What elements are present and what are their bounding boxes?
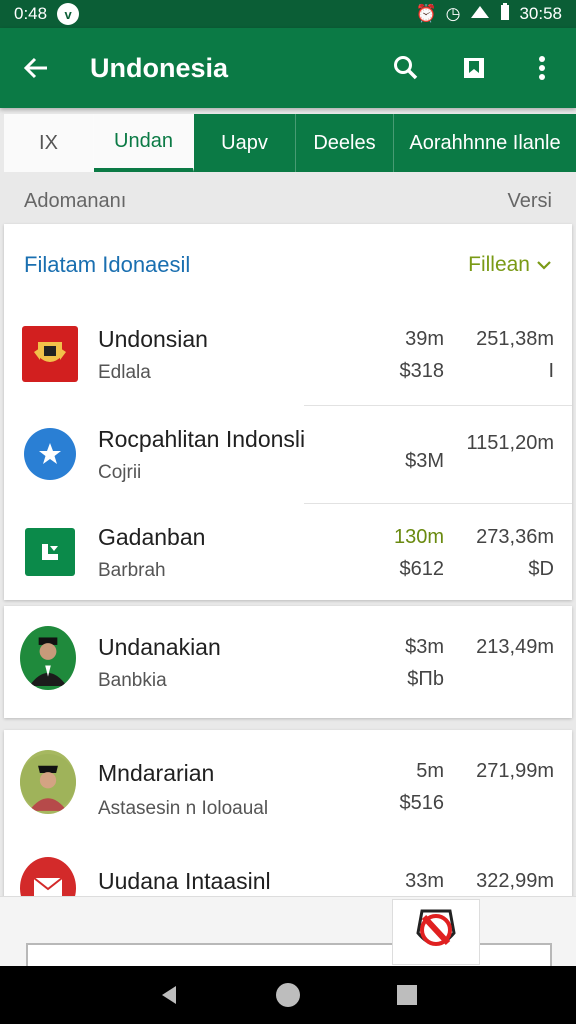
item-value-3: 271,99m [476,760,554,782]
tab-aorahhnne[interactable]: Aorahhnne Ilanle [394,114,576,172]
section-subheader: Adomananı Versi [0,178,576,224]
avatar [20,750,76,814]
bottom-sheet [0,896,576,973]
list-item[interactable]: Rocpahlitan Indonsli Cojrii $3M 1151,20m [4,406,572,504]
item-value-2: $3M [405,450,444,472]
app-logo-icon [22,524,78,580]
list-card: Filatam Idonaesil Fillean Undonsian Edla… [4,224,572,600]
search-icon[interactable] [372,28,440,108]
clock-icon: ◷ [445,4,461,23]
item-value-2: $Πb [407,668,444,690]
alarm-icon: ⏰ [415,4,437,23]
subheader-left: Adomananı [24,189,127,212]
avatar [20,626,76,690]
list-item[interactable]: Gadanban Barbrah 130m $612 273,36m $D [4,504,572,600]
mail-icon [20,857,76,900]
system-nav-bar [0,966,576,1024]
item-subtitle: Cojrii [98,462,142,483]
list-item[interactable]: Undonsian Edlala 39m $318 251,38m I [4,306,572,406]
back-arrow-icon[interactable] [0,28,72,108]
list-card: Mndararian Astasesin n Ioloaual 5m $516 … [4,730,572,900]
nav-back-icon[interactable] [154,980,184,1010]
item-value-2: $516 [399,792,445,814]
item-value-1: 33m [405,870,444,892]
item-name: Rocpahlitan Indonsli [98,426,306,452]
page-title: Undonesia [90,52,229,83]
item-value-3: 213,49m [476,636,554,658]
item-value-1: 5m [416,760,444,782]
item-value-3: 251,38m [476,328,554,350]
card-header: Filatam Idonaesil Fillean [4,224,572,306]
item-value-1: 130m [393,526,444,548]
tab-undan[interactable]: Undan [94,114,194,172]
item-value-4: I [548,360,554,382]
list-item[interactable]: Undanakian Banbkia $3m $Πb 213,49m [4,606,572,718]
item-subtitle: Banbkia [98,670,167,691]
list-item[interactable]: Mndararian Astasesin n Ioloaual 5m $516 … [4,730,572,840]
battery-icon [500,2,510,26]
item-value-2: $318 [399,360,445,382]
card-title: Filatam Idonaesil [24,252,191,277]
item-name: Undanakian [98,634,221,660]
status-bar: 0:48 v ⏰ ◷ 30:58 [0,0,576,28]
subheader-right[interactable]: Versi [508,190,552,213]
tab-bar: IX Undan Uapv Deeles Aorahhnne Ilanle [4,114,576,172]
emblem-icon [22,326,78,382]
tab-deeles[interactable]: Deeles [296,114,394,172]
status-time-right: 30:58 [519,4,562,23]
nav-home-icon[interactable] [273,980,303,1010]
nav-recents-icon[interactable] [392,980,422,1010]
tab-uapv[interactable]: Uapv [194,114,296,172]
item-name: Gadanban [98,524,206,550]
no-entry-icon[interactable] [392,899,480,965]
filter-label: Fillean [468,253,530,276]
chevron-down-icon [537,261,551,270]
item-value-1: $3m [405,636,444,658]
notification-icon: v [57,3,80,25]
item-name: Uudana Intaasinl [98,868,271,894]
item-value-3: 273,36m [476,526,554,548]
more-vert-icon[interactable] [508,28,576,108]
tab-ix[interactable]: IX [4,114,94,172]
item-subtitle: Astasesin n Ioloaual [98,798,269,819]
filter-dropdown[interactable]: Fillean [468,253,552,277]
status-time-left: 0:48 [14,4,48,23]
item-name: Mndararian [98,760,215,786]
item-subtitle: Barbrah [98,560,166,581]
item-value-1: 39m [405,328,444,350]
item-value-3: 1151,20m [466,432,554,454]
signal-icon [469,4,491,25]
item-name: Undonsian [98,326,208,352]
bookmark-icon[interactable] [440,28,508,108]
star-icon [22,426,78,482]
item-subtitle: Edlala [98,362,151,383]
list-card: Undanakian Banbkia $3m $Πb 213,49m [4,606,572,718]
item-value-3: 322,99m [476,870,554,892]
item-value-2: $612 [399,558,445,580]
app-bar: Undonesia [0,28,576,108]
item-value-4: $D [528,558,554,580]
list-item[interactable]: Uudana Intaasinl 33m 322,99m [4,840,572,900]
